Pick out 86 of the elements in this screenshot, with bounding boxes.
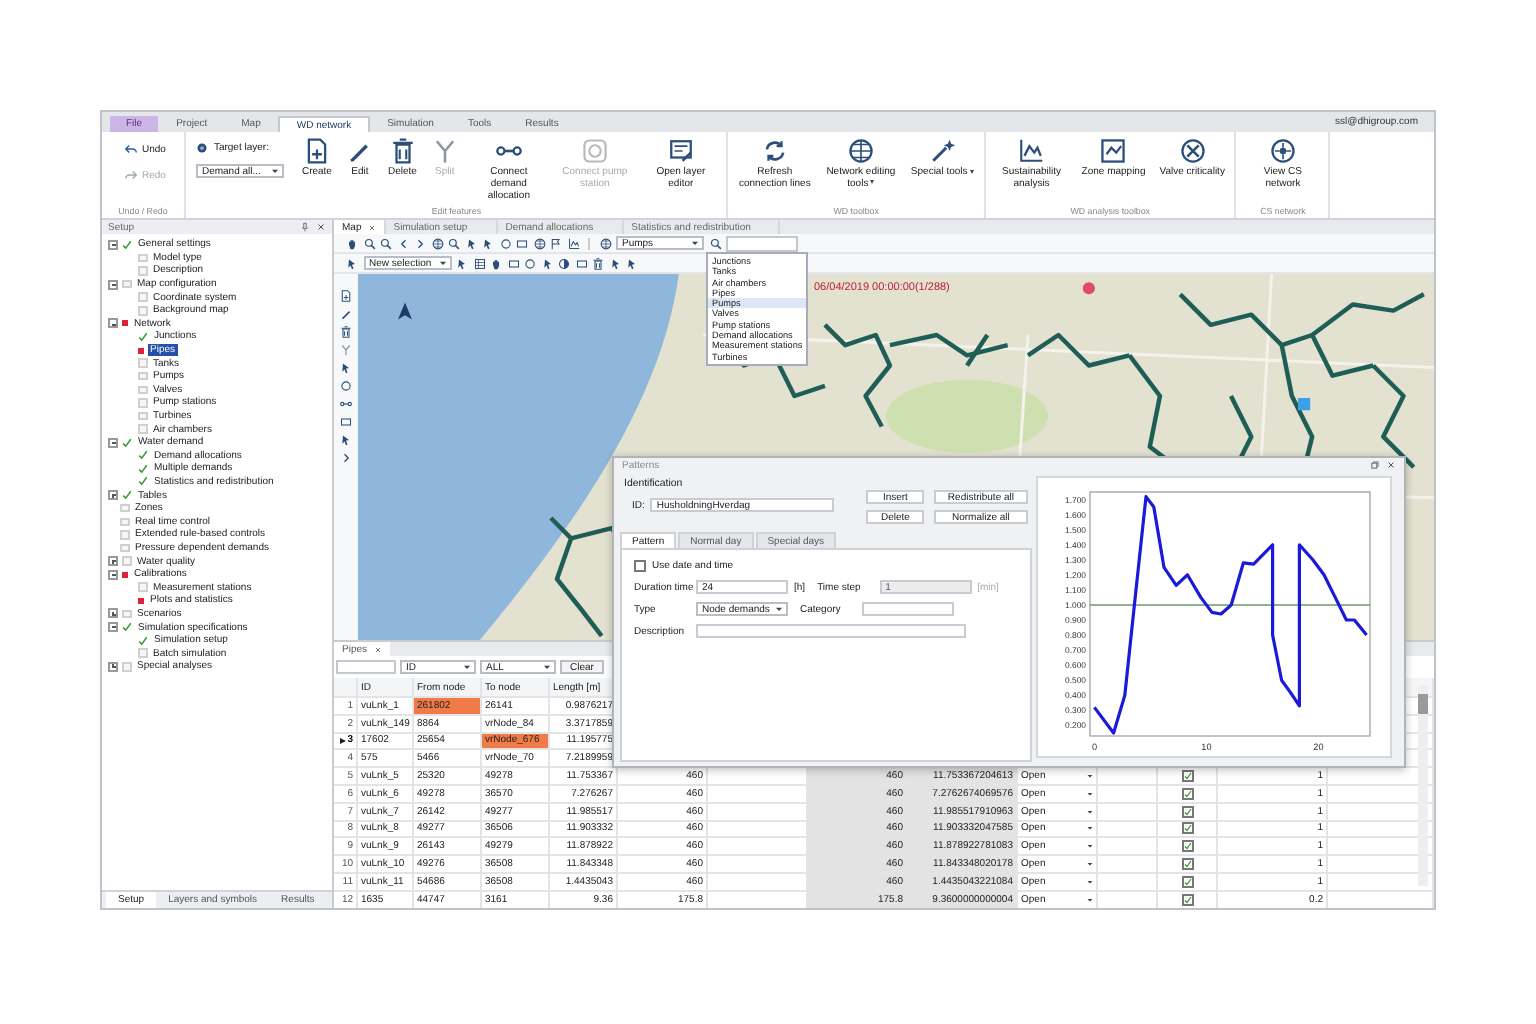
caret-icon bbox=[462, 662, 472, 672]
circle-icon bbox=[499, 237, 511, 249]
chevron-left-icon bbox=[397, 237, 409, 249]
square-icon bbox=[340, 416, 352, 428]
search-icon bbox=[448, 237, 460, 249]
globe-icon bbox=[431, 237, 443, 249]
checkbox[interactable] bbox=[1181, 770, 1193, 783]
file-plus-icon bbox=[340, 290, 352, 302]
trash-icon bbox=[389, 138, 416, 164]
pointer-icon bbox=[340, 362, 352, 374]
undo-icon bbox=[124, 142, 138, 156]
close-icon bbox=[373, 645, 382, 653]
expand-toggle[interactable] bbox=[108, 437, 118, 448]
scrollbar[interactable] bbox=[1418, 686, 1428, 886]
expand-toggle[interactable] bbox=[108, 569, 118, 580]
globe-icon bbox=[533, 237, 545, 249]
input-field[interactable] bbox=[696, 624, 966, 638]
expand-toggle[interactable] bbox=[108, 279, 118, 290]
expand-toggle[interactable] bbox=[108, 318, 118, 329]
close-icon bbox=[367, 223, 376, 231]
caret-icon bbox=[269, 166, 280, 176]
file-plus-icon bbox=[303, 138, 330, 164]
target-icon bbox=[195, 142, 208, 154]
expand-toggle[interactable] bbox=[108, 661, 118, 672]
expand-toggle[interactable] bbox=[108, 608, 118, 619]
expand-toggle[interactable] bbox=[108, 556, 118, 567]
search-icon bbox=[380, 237, 392, 249]
expand-toggle[interactable] bbox=[108, 239, 118, 250]
square-icon bbox=[516, 237, 528, 249]
hand-icon bbox=[490, 257, 502, 269]
layer-icon bbox=[667, 138, 694, 164]
square-icon bbox=[507, 257, 519, 269]
expand-toggle[interactable] bbox=[108, 490, 118, 501]
pointer-icon bbox=[346, 257, 358, 269]
close-icon bbox=[1386, 460, 1396, 470]
search-field[interactable] bbox=[726, 235, 798, 251]
trash-icon bbox=[592, 257, 604, 269]
pin-icon bbox=[300, 222, 310, 232]
circle-icon bbox=[524, 257, 536, 269]
circle-icon bbox=[340, 380, 352, 392]
caret-icon bbox=[774, 604, 784, 614]
checkbox[interactable] bbox=[1181, 805, 1193, 818]
valve-icon bbox=[1179, 138, 1206, 164]
checkbox[interactable] bbox=[1181, 840, 1193, 853]
current-row-icon bbox=[339, 737, 346, 744]
chevron-right-icon bbox=[340, 452, 352, 464]
search-icon bbox=[363, 237, 375, 249]
restore-icon bbox=[1370, 460, 1380, 470]
checkbox[interactable] bbox=[1181, 893, 1193, 906]
pencil-icon bbox=[340, 308, 352, 320]
map-icon bbox=[1100, 138, 1127, 164]
chart-icon bbox=[567, 237, 579, 249]
input-field[interactable] bbox=[862, 602, 954, 616]
connect-icon bbox=[340, 398, 352, 410]
north-arrow-icon bbox=[398, 302, 412, 320]
expand-toggle[interactable] bbox=[108, 622, 118, 633]
checkbox[interactable] bbox=[1181, 858, 1193, 871]
checkbox[interactable] bbox=[1181, 822, 1193, 835]
search-icon bbox=[709, 237, 721, 249]
checkbox[interactable] bbox=[634, 560, 646, 572]
split-icon bbox=[431, 138, 458, 164]
globe-icon bbox=[847, 138, 874, 164]
square-icon bbox=[575, 257, 587, 269]
split-icon bbox=[340, 344, 352, 356]
redo-icon bbox=[124, 168, 138, 182]
checkbox[interactable] bbox=[1181, 787, 1193, 800]
grid-icon bbox=[473, 257, 485, 269]
flag-icon bbox=[550, 237, 562, 249]
contrast-icon bbox=[558, 257, 570, 269]
trash-icon bbox=[340, 326, 352, 338]
close-icon bbox=[316, 222, 326, 232]
wand-icon bbox=[929, 138, 956, 164]
camera-icon bbox=[581, 138, 608, 164]
pointer-icon bbox=[541, 257, 553, 269]
caret-icon bbox=[542, 662, 552, 672]
caret-icon bbox=[437, 258, 447, 268]
filter-field[interactable] bbox=[336, 660, 396, 674]
caret-icon bbox=[690, 238, 700, 248]
checkbox[interactable] bbox=[1181, 875, 1193, 888]
refresh-icon bbox=[761, 138, 788, 164]
chevron-right-icon bbox=[414, 237, 426, 249]
globe-icon bbox=[599, 237, 611, 249]
hand-icon bbox=[346, 237, 358, 249]
network-icon bbox=[1269, 138, 1296, 164]
pointer-icon bbox=[340, 434, 352, 446]
chart-icon bbox=[1018, 138, 1045, 164]
